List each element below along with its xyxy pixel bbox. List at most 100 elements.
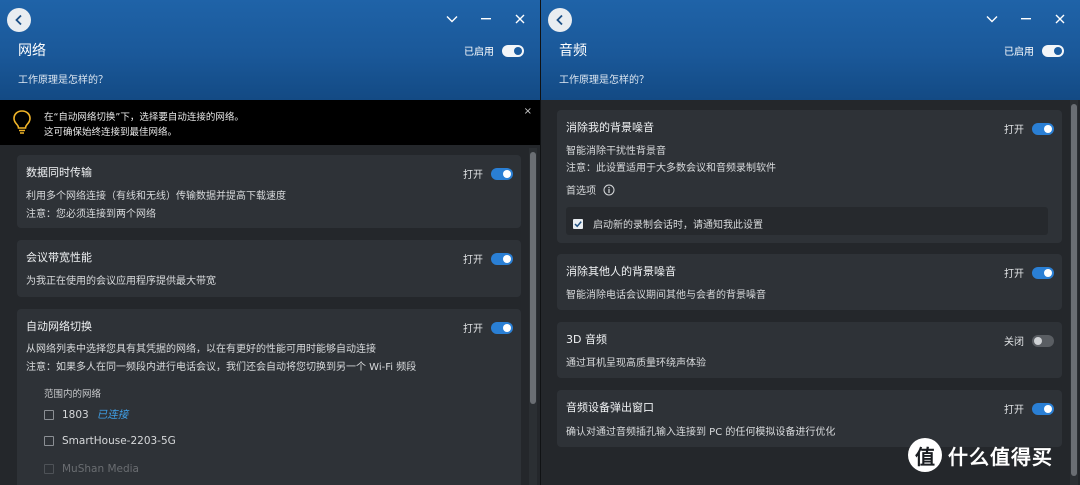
- toggle-control: 打开: [1004, 121, 1054, 136]
- network-status: 已连接: [96, 409, 129, 421]
- back-button[interactable]: [548, 8, 572, 32]
- toggle-state-label: 打开: [1004, 125, 1024, 136]
- collapse-button[interactable]: [442, 10, 462, 28]
- toggle-state-label: 打开: [1004, 269, 1024, 280]
- how-it-works-link[interactable]: 工作原理是怎样的？: [559, 71, 649, 86]
- tip-banner: 在“自动网络切换”下，选择要自动连接的网络。 这可确保始终连接到最佳网络。 ×: [0, 100, 540, 145]
- meeting-bandwidth-toggle[interactable]: [491, 252, 513, 265]
- network-name: SmartHouse-2203-5G: [62, 435, 176, 447]
- watermark-text: 什么值得买: [948, 444, 1053, 469]
- card-description: 通过耳机呈现高质量环绕声体验: [566, 358, 706, 369]
- chevron-left-icon: [15, 14, 22, 26]
- toggle-state-label: 打开: [463, 255, 483, 266]
- lightbulb-icon: [13, 110, 31, 134]
- network-panel: 网络 工作原理是怎样的？ 已启用 在“自动网络切换”下，选择要自动连接的网络。 …: [0, 0, 540, 485]
- network-item[interactable]: SmartHouse-2203-5G: [44, 435, 176, 447]
- auto-network-switch-toggle[interactable]: [491, 321, 513, 334]
- toggle-control: 打开: [463, 166, 513, 181]
- card-simultaneous-transfer: 数据同时传输 打开 利用多个网络连接（有线和无线）传输数据并提高下载速度 注意：…: [17, 155, 521, 228]
- network-master-toggle[interactable]: [502, 44, 524, 57]
- network-name: 1803: [62, 408, 89, 421]
- collapse-button[interactable]: [982, 10, 1002, 28]
- enabled-label: 已启用: [1004, 47, 1034, 58]
- close-button[interactable]: [510, 10, 530, 28]
- network-scrollbar[interactable]: [529, 148, 537, 485]
- how-it-works-link[interactable]: 工作原理是怎样的？: [18, 71, 108, 86]
- remove-my-noise-toggle[interactable]: [1032, 122, 1054, 135]
- preference-option-row[interactable]: 启动新的录制会话时，请通知我此设置: [566, 207, 1048, 235]
- info-icon[interactable]: [603, 184, 615, 196]
- card-description: 智能消除电话会议期间其他与会者的背景噪音: [566, 290, 766, 301]
- minimize-icon: [481, 18, 491, 20]
- network-checkbox[interactable]: [44, 436, 54, 446]
- toggle-control: 打开: [463, 320, 513, 335]
- card-title: 数据同时传输: [26, 166, 92, 179]
- tip-line-2: 这可确保始终连接到最佳网络。: [44, 127, 178, 138]
- network-checkbox[interactable]: [44, 409, 54, 420]
- networks-in-range-label: 范围内的网络: [44, 389, 102, 400]
- network-name: MuShan Media: [62, 463, 139, 475]
- preferences-heading: 首选项: [566, 182, 615, 197]
- audio-master-toggle[interactable]: [1042, 44, 1064, 57]
- card-remove-my-noise: 消除我的背景噪音 打开 智能消除干扰性背景音 注意：此设置适用于大多数会议和音频…: [557, 110, 1062, 243]
- card-note: 注意：此设置适用于大多数会议和音频录制软件: [566, 163, 776, 174]
- tip-line-1: 在“自动网络切换”下，选择要自动连接的网络。: [44, 112, 244, 123]
- back-button[interactable]: [7, 8, 31, 32]
- network-header: 网络 工作原理是怎样的？ 已启用: [0, 0, 540, 100]
- audio-device-popup-toggle[interactable]: [1032, 402, 1054, 415]
- window-controls: [982, 10, 1070, 28]
- toggle-control: 关闭: [1004, 333, 1054, 348]
- simultaneous-transfer-toggle[interactable]: [491, 167, 513, 180]
- toggle-state-label: 打开: [1004, 405, 1024, 416]
- card-auto-network-switch: 自动网络切换 打开 从网络列表中选择您具有其凭据的网络，以在有更好的性能可用时能…: [17, 309, 521, 485]
- audio-scrollbar[interactable]: [1070, 100, 1078, 485]
- scrollbar-thumb[interactable]: [1071, 104, 1077, 476]
- toggle-control: 打开: [1004, 401, 1054, 416]
- chevron-down-icon: [986, 16, 998, 23]
- notify-option-label: 启动新的录制会话时，请通知我此设置: [593, 220, 763, 231]
- network-enabled-control: 已启用: [464, 43, 524, 58]
- chevron-left-icon: [556, 14, 563, 26]
- page-title: 网络: [18, 43, 46, 59]
- minimize-icon: [1021, 18, 1031, 20]
- minimize-button[interactable]: [1016, 10, 1036, 28]
- card-title: 自动网络切换: [26, 320, 92, 333]
- card-note: 注意：您必须连接到两个网络: [26, 209, 156, 220]
- card-description: 智能消除干扰性背景音: [566, 146, 666, 157]
- watermark-logo: 值: [908, 438, 942, 472]
- 3d-audio-toggle[interactable]: [1032, 334, 1054, 347]
- card-title: 3D 音频: [566, 333, 607, 346]
- scrollbar-thumb[interactable]: [530, 152, 536, 404]
- card-title: 消除其他人的背景噪音: [566, 265, 676, 278]
- audio-header: 音频 工作原理是怎样的？ 已启用: [541, 0, 1080, 100]
- card-title: 会议带宽性能: [26, 251, 92, 264]
- card-description: 为我正在使用的会议应用程序提供最大带宽: [26, 276, 216, 287]
- tip-close-button[interactable]: ×: [524, 106, 532, 117]
- card-meeting-bandwidth: 会议带宽性能 打开 为我正在使用的会议应用程序提供最大带宽: [17, 240, 521, 297]
- network-item[interactable]: MuShan Media: [44, 463, 139, 475]
- toggle-control: 打开: [1004, 265, 1054, 280]
- window-controls: [442, 10, 530, 28]
- toggle-control: 打开: [463, 251, 513, 266]
- card-title: 音频设备弹出窗口: [566, 401, 654, 414]
- checkmark-icon: [574, 220, 582, 227]
- network-item[interactable]: 1803 已连接: [44, 407, 128, 422]
- enabled-label: 已启用: [464, 47, 494, 58]
- network-checkbox[interactable]: [44, 464, 54, 474]
- minimize-button[interactable]: [476, 10, 496, 28]
- close-button[interactable]: [1050, 10, 1070, 28]
- card-title: 消除我的背景噪音: [566, 121, 654, 134]
- toggle-state-label: 打开: [463, 170, 483, 181]
- card-note: 注意：如果多人在同一频段内进行电话会议，我们还会自动将您切换到另一个 Wi-Fi…: [26, 362, 417, 373]
- site-watermark: 值 什么值得买: [908, 438, 1053, 472]
- audio-panel: 音频 工作原理是怎样的？ 已启用 消除我的背景噪音 打开 智能消除干扰性背景音 …: [540, 0, 1080, 485]
- toggle-state-label: 关闭: [1004, 337, 1024, 348]
- page-title: 音频: [559, 43, 587, 59]
- audio-enabled-control: 已启用: [1004, 43, 1064, 58]
- close-icon: [1055, 14, 1065, 24]
- toggle-state-label: 打开: [463, 324, 483, 335]
- card-description: 从网络列表中选择您具有其凭据的网络，以在有更好的性能可用时能够自动连接: [26, 344, 376, 355]
- card-description: 确认对通过音频插孔输入连接到 PC 的任何模拟设备进行优化: [566, 427, 836, 438]
- remove-others-noise-toggle[interactable]: [1032, 266, 1054, 279]
- notify-checkbox[interactable]: [573, 218, 583, 229]
